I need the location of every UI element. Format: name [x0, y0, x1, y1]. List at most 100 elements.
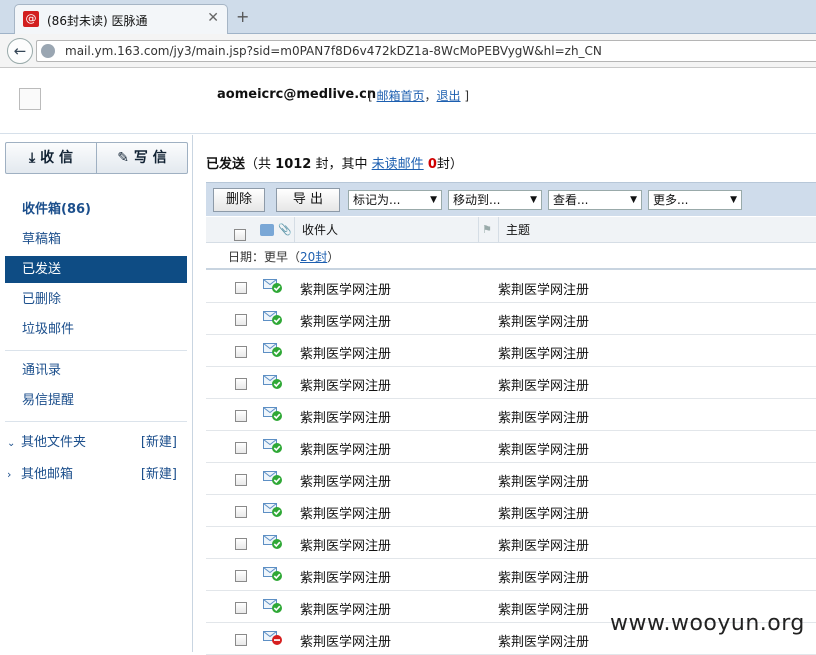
view-dropdown[interactable]: 查看... ▼	[548, 190, 642, 210]
dropdown-arrow-icon: ▼	[430, 195, 437, 205]
sidebar-item-spam[interactable]: 垃圾邮件	[5, 316, 187, 343]
move-to-label: 移动到...	[453, 193, 501, 207]
total-count: 1012	[275, 157, 312, 172]
select-all-checkbox[interactable]	[234, 224, 246, 241]
row-subject: 紫荆医学网注册	[498, 507, 590, 522]
bracket-close: ]	[464, 89, 470, 103]
row-recipient: 紫荆医学网注册	[300, 475, 392, 490]
row-recipient: 紫荆医学网注册	[300, 347, 392, 362]
date-group-count-link[interactable]: 20封	[300, 250, 327, 264]
sidebar-item-deleted[interactable]: 已删除	[5, 286, 187, 313]
table-row[interactable]: 紫荆医学网注册 紫荆医学网注册	[206, 559, 816, 591]
sidebar-item-sent[interactable]: 已发送	[5, 256, 187, 283]
bracket-open: [	[368, 89, 373, 103]
row-recipient: 紫荆医学网注册	[300, 571, 392, 586]
mailbox-home-link[interactable]: 邮箱首页	[377, 89, 425, 103]
new-folder-link[interactable]: [新建]	[141, 429, 177, 456]
dropdown-arrow-icon: ▼	[630, 195, 637, 205]
chevron-right-icon: ›	[7, 468, 12, 481]
export-button[interactable]: 导 出	[276, 188, 340, 212]
browser-nav-bar: ← mail.ym.163.com/jy3/main.jsp?sid=m0PAN…	[0, 34, 816, 68]
sent-success-icon	[263, 598, 283, 614]
row-subject: 紫荆医学网注册	[498, 411, 590, 426]
browser-tab[interactable]: @ (86封未读) 医脉通 ✕	[14, 4, 228, 34]
table-row[interactable]: 紫荆医学网注册 紫荆医学网注册	[206, 367, 816, 399]
row-checkbox[interactable]	[235, 506, 247, 518]
tab-close-icon[interactable]: ✕	[207, 10, 219, 26]
row-checkbox[interactable]	[235, 538, 247, 550]
table-row[interactable]: 紫荆医学网注册 紫荆医学网注册	[206, 431, 816, 463]
mail-status-column-icon[interactable]	[260, 224, 274, 236]
row-checkbox[interactable]	[235, 378, 247, 390]
row-subject: 紫荆医学网注册	[498, 283, 590, 298]
mark-as-dropdown[interactable]: 标记为... ▼	[348, 190, 442, 210]
subject-column-header[interactable]: 主题	[506, 217, 530, 243]
row-checkbox[interactable]	[235, 570, 247, 582]
attachment-column-icon[interactable]: 📎	[278, 217, 292, 243]
new-tab-icon[interactable]: +	[236, 7, 249, 26]
row-checkbox[interactable]	[235, 410, 247, 422]
delete-button[interactable]: 删除	[213, 188, 265, 212]
header-links: [ 邮箱首页，退出 ]	[368, 87, 469, 104]
row-checkbox[interactable]	[235, 314, 247, 326]
sent-success-icon	[263, 502, 283, 518]
other-mailboxes-label: 其他邮箱	[21, 467, 74, 482]
move-to-dropdown[interactable]: 移动到... ▼	[448, 190, 542, 210]
sent-success-icon	[263, 438, 283, 454]
sent-success-icon	[263, 470, 283, 486]
row-subject: 紫荆医学网注册	[498, 347, 590, 362]
table-row[interactable]: 紫荆医学网注册 紫荆医学网注册	[206, 463, 816, 495]
date-group-label: 日期：更早（	[228, 250, 301, 264]
table-row[interactable]: 紫荆医学网注册 紫荆医学网注册	[206, 303, 816, 335]
compose-label: 写 信	[133, 150, 167, 166]
sidebar-divider	[5, 350, 187, 351]
sidebar-other-mailboxes[interactable]: › 其他邮箱 [新建]	[5, 461, 187, 488]
row-checkbox[interactable]	[235, 442, 247, 454]
edit-icon: ✎	[117, 150, 129, 166]
folder-summary: 已发送（共 1012 封，其中 未读邮件 0封）	[206, 153, 463, 172]
sidebar-item-contacts[interactable]: 通讯录	[5, 357, 187, 384]
column-header: 📎 收件人 ⚑ 主题	[206, 217, 816, 243]
more-dropdown[interactable]: 更多... ▼	[648, 190, 742, 210]
sidebar-item-drafts[interactable]: 草稿箱	[5, 226, 187, 253]
row-checkbox[interactable]	[235, 474, 247, 486]
table-row[interactable]: 紫荆医学网注册 紫荆医学网注册	[206, 399, 816, 431]
mail-toolbar: 删除 导 出 标记为... ▼ 移动到... ▼ 查看... ▼ 更多... ▼	[206, 182, 816, 216]
row-checkbox[interactable]	[235, 282, 247, 294]
compose-button[interactable]: ✎ 写 信	[97, 143, 187, 173]
address-bar[interactable]: mail.ym.163.com/jy3/main.jsp?sid=m0PAN7f…	[36, 40, 816, 62]
recipient-column-header[interactable]: 收件人	[302, 217, 338, 243]
sidebar-item-inbox[interactable]: 收件箱(86)	[5, 196, 187, 223]
sent-success-icon	[263, 534, 283, 550]
back-button[interactable]: ←	[7, 38, 33, 64]
table-row[interactable]: 紫荆医学网注册 紫荆医学网注册	[206, 271, 816, 303]
new-mailbox-link[interactable]: [新建]	[141, 461, 177, 488]
sidebar-item-yixin[interactable]: 易信提醒	[5, 387, 187, 414]
table-row[interactable]: 紫荆医学网注册 紫荆医学网注册	[206, 527, 816, 559]
date-group-close: ）	[327, 250, 340, 264]
row-subject: 紫荆医学网注册	[498, 315, 590, 330]
row-subject: 紫荆医学网注册	[498, 379, 590, 394]
mail-header: aomeicrc@medlive.cn [ 邮箱首页，退出 ]	[0, 69, 816, 134]
row-checkbox[interactable]	[235, 346, 247, 358]
logout-link[interactable]: 退出	[437, 89, 461, 103]
dropdown-arrow-icon: ▼	[730, 195, 737, 205]
sent-success-icon	[263, 278, 283, 294]
column-divider	[498, 217, 499, 243]
row-checkbox[interactable]	[235, 602, 247, 614]
flag-column-icon[interactable]: ⚑	[482, 217, 492, 243]
unread-mail-link[interactable]: 未读邮件	[372, 157, 424, 172]
sidebar-other-folders[interactable]: ⌄ 其他文件夹 [新建]	[5, 429, 187, 456]
table-row[interactable]: 紫荆医学网注册 紫荆医学网注册	[206, 335, 816, 367]
tab-title: (86封未读) 医脉通	[47, 14, 148, 28]
sent-success-icon	[263, 406, 283, 422]
mail-action-buttons: ⤓ 收 信 ✎ 写 信	[5, 142, 188, 174]
row-checkbox[interactable]	[235, 634, 247, 646]
sent-success-icon	[263, 374, 283, 390]
broken-image-logo-icon	[19, 88, 41, 110]
row-recipient: 紫荆医学网注册	[300, 443, 392, 458]
table-row[interactable]: 紫荆医学网注册 紫荆医学网注册	[206, 495, 816, 527]
url-text: mail.ym.163.com/jy3/main.jsp?sid=m0PAN7f…	[65, 44, 602, 58]
row-recipient: 紫荆医学网注册	[300, 315, 392, 330]
receive-button[interactable]: ⤓ 收 信	[6, 143, 96, 173]
